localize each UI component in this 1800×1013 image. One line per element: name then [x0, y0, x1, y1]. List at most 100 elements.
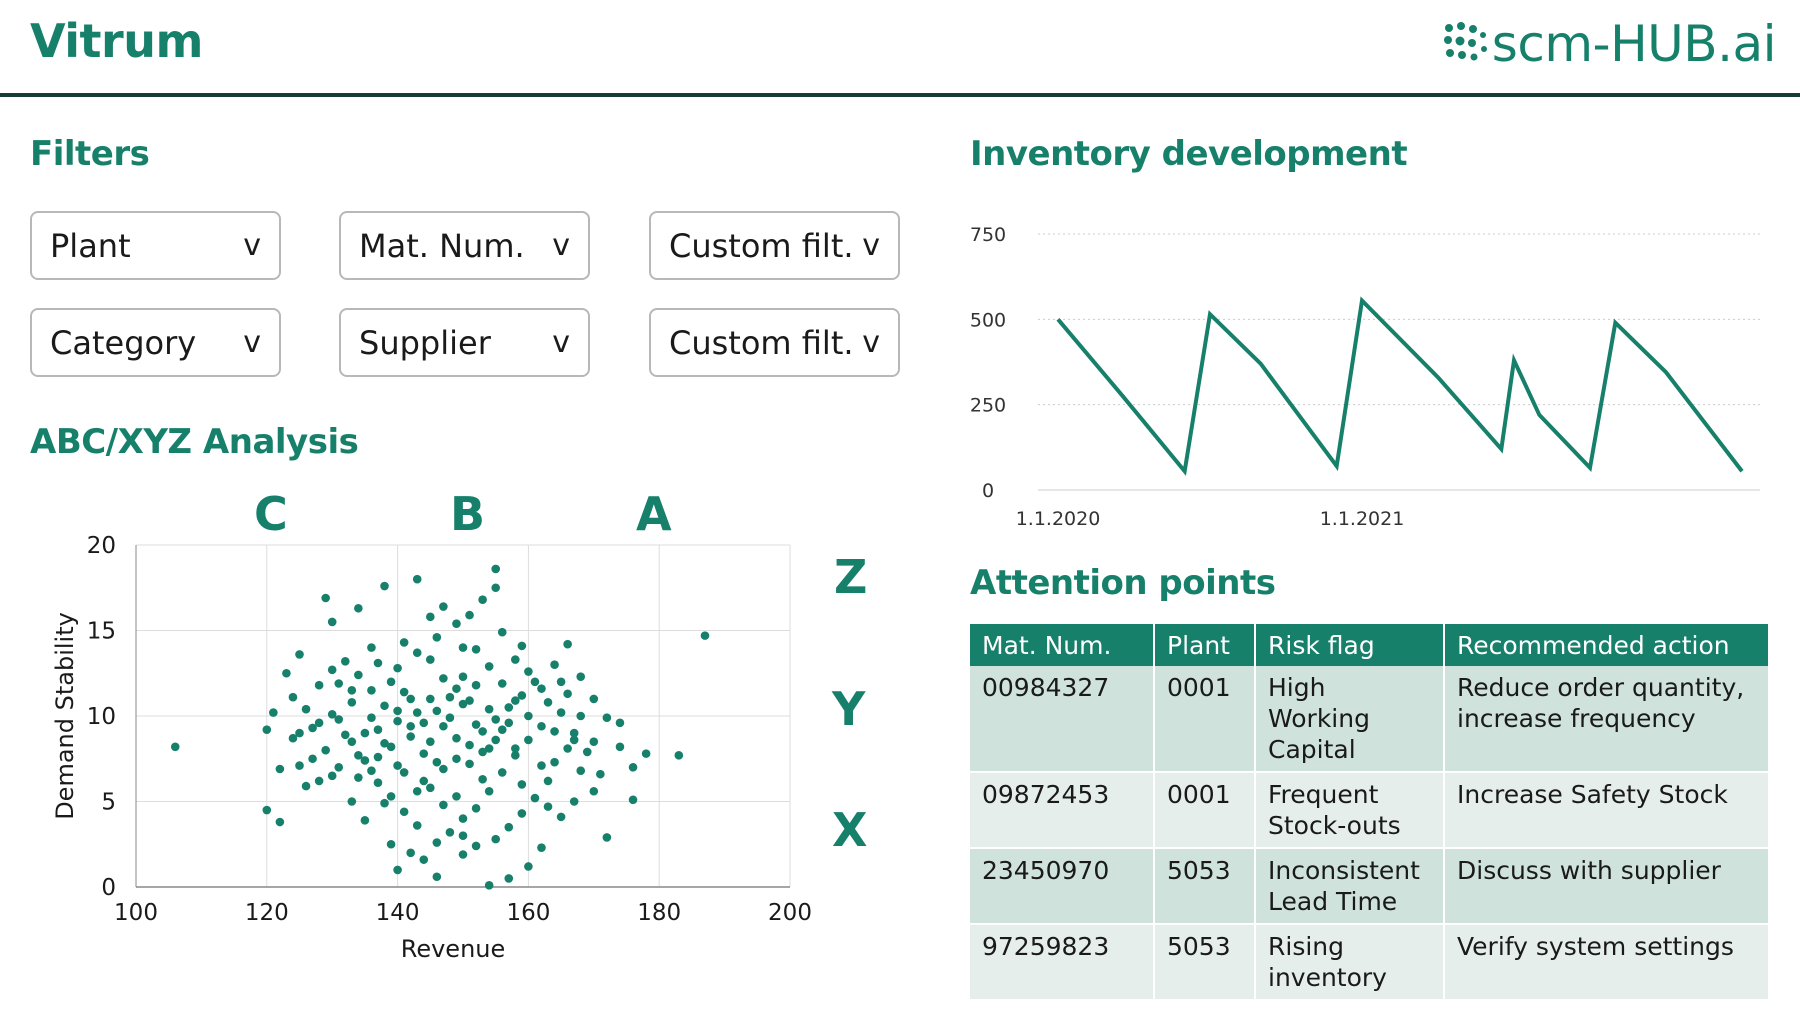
scatter-point [484, 786, 494, 796]
table-row[interactable]: 97259823 5053 Rising inventory Verify sy… [970, 925, 1770, 1001]
scatter-point [517, 641, 527, 651]
scatter-point [465, 759, 474, 769]
brand-logo: scm-HUB.ai [1442, 15, 1777, 73]
scatter-point [504, 874, 514, 883]
scatter-point [412, 821, 422, 830]
custom-filter-1-dropdown[interactable]: Custom filt. v [649, 211, 900, 280]
scatter-point [602, 713, 612, 723]
scatter-point [275, 817, 285, 827]
mat-num-filter-dropdown[interactable]: Mat. Num. v [339, 211, 590, 280]
scatter-point [471, 804, 481, 813]
x-tick-label: 180 [637, 900, 681, 926]
scatter-point [543, 802, 553, 811]
scatter-point [380, 798, 389, 808]
scatter-point [582, 747, 592, 757]
column-header[interactable]: Risk flag [1256, 624, 1445, 666]
y-tick-label: 500 [970, 309, 1006, 331]
scatter-point [399, 807, 409, 817]
scatter-point [491, 715, 501, 724]
scatter-point [524, 667, 533, 676]
scatter-point [445, 692, 455, 702]
scatter-point [458, 643, 468, 652]
filter-label: Supplier [359, 323, 491, 362]
inventory-title: Inventory development [970, 134, 1408, 174]
scatter-point [497, 768, 507, 777]
column-header[interactable]: Plant [1155, 624, 1256, 666]
scatter-point [393, 706, 402, 716]
scatter-point [393, 716, 402, 726]
table-row[interactable]: 09872453 0001 Frequent Stock-outs Increa… [970, 773, 1770, 849]
scatter-point [367, 713, 376, 723]
scatter-point [589, 737, 599, 746]
x-tick-label: 160 [506, 900, 550, 926]
scatter-point [537, 843, 546, 852]
scatter-point [452, 792, 461, 801]
scatter-point [596, 769, 605, 779]
scatter-point [458, 831, 468, 840]
scatter-point [504, 718, 514, 728]
scatter-point [641, 749, 651, 758]
chevron-down-icon: v [862, 325, 880, 360]
scatter-point [484, 880, 494, 890]
scatter-point [314, 776, 324, 786]
supplier-filter-dropdown[interactable]: Supplier v [339, 308, 590, 377]
mat-num-cell: 97259823 [970, 925, 1155, 1001]
y-tick-label: 20 [87, 533, 116, 559]
column-header[interactable]: Mat. Num. [970, 624, 1155, 666]
y-tick-label: 5 [101, 790, 116, 816]
table-row[interactable]: 00984327 0001 High Working Capital Reduc… [970, 666, 1770, 773]
x-tick-label: 200 [768, 900, 812, 926]
plant-filter-dropdown[interactable]: Plant v [30, 211, 281, 280]
scatter-point [360, 816, 370, 825]
scatter-point [602, 833, 612, 842]
scatter-point [445, 827, 455, 837]
scatter-point [380, 581, 389, 591]
scatter-point [458, 850, 468, 859]
brand-dots-icon [1443, 22, 1487, 61]
scatter-point [478, 727, 487, 736]
scatter-point [347, 698, 357, 707]
scatter-point [406, 694, 415, 704]
scatter-point [491, 834, 501, 844]
scatter-point [321, 745, 330, 755]
scatter-point [282, 668, 291, 678]
scatter-point [426, 655, 435, 664]
category-filter-dropdown[interactable]: Category v [30, 308, 281, 377]
risk-flag-cell: High Working Capital [1256, 666, 1445, 773]
scatter-point [301, 704, 311, 714]
x-tick-label: 140 [376, 900, 420, 926]
scatter-point [628, 795, 638, 805]
scatter-point [412, 708, 422, 717]
scatter-point [615, 742, 625, 752]
scatter-point [412, 648, 422, 658]
scatter-point [367, 643, 376, 652]
table-row[interactable]: 23450970 5053 Inconsistent Lead Time Dis… [970, 849, 1770, 925]
scatter-point [367, 686, 376, 695]
scatter-point [589, 786, 599, 796]
custom-filter-2-dropdown[interactable]: Custom filt. v [649, 308, 900, 377]
scatter-point [288, 692, 298, 702]
scatter-point [269, 708, 278, 717]
mat-num-cell: 09872453 [970, 773, 1155, 849]
scatter-point [314, 718, 324, 728]
scatter-point [393, 663, 402, 673]
scatter-point [432, 757, 442, 767]
scatter-point [537, 761, 546, 770]
scatter-point [419, 749, 429, 758]
scatter-point [419, 855, 429, 864]
scatter-point [491, 735, 501, 745]
scatter-point [412, 574, 422, 584]
scatter-point [439, 800, 448, 810]
scatter-point [465, 610, 474, 620]
scatter-point [399, 687, 409, 697]
scatter-point [497, 627, 507, 637]
scatter-point [556, 812, 566, 822]
attention-title: Attention points [970, 563, 1276, 603]
scatter-point [452, 733, 461, 743]
risk-flag-cell: Frequent Stock-outs [1256, 773, 1445, 849]
y-tick-label: 750 [970, 224, 1006, 246]
column-header[interactable]: Recommended action [1445, 624, 1770, 666]
scatter-point [399, 638, 409, 647]
scatter-point [334, 763, 344, 772]
scatter-point [426, 612, 435, 622]
